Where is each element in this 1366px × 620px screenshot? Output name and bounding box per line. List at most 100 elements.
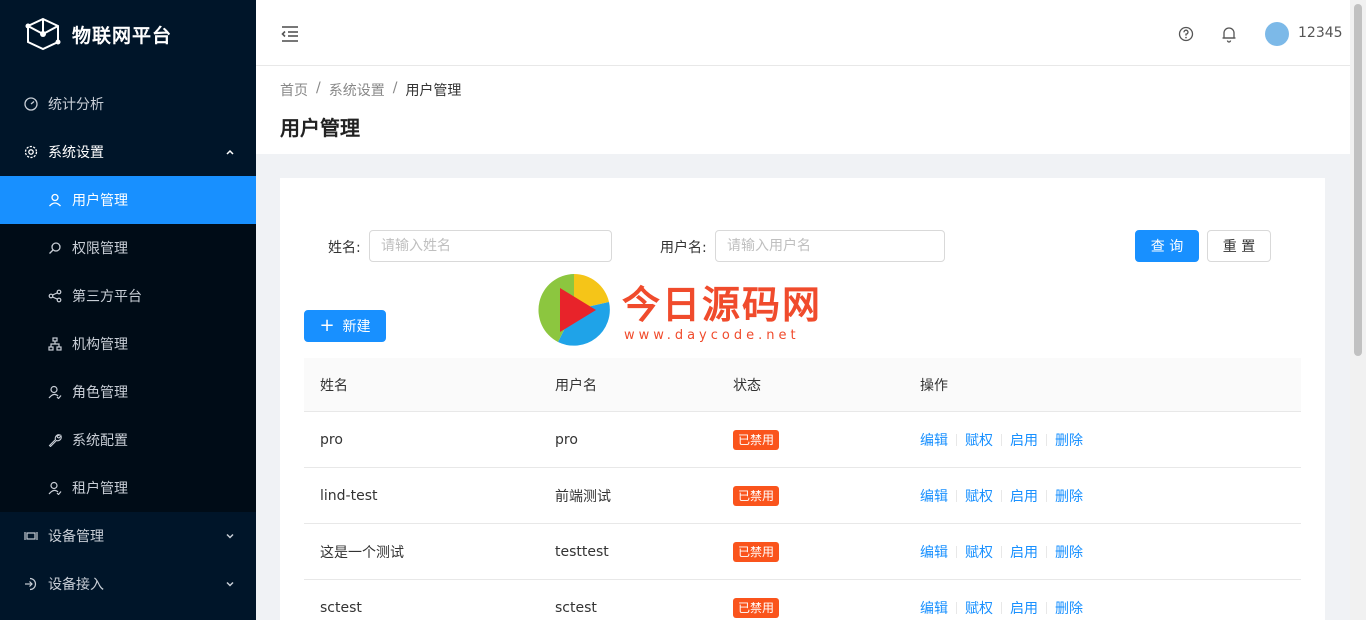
breadcrumb-current: 用户管理 [405,83,462,99]
column-header-username: 用户名 [555,377,597,394]
content-card: 姓名: 用户名: 查 询 重 置 + 新建 姓名 用户名 状态 操作 pro p… [280,178,1325,620]
cell-name: 这是一个测试 [320,544,404,561]
enable-link[interactable]: 启用 [1010,430,1038,450]
menu-fold-icon[interactable] [280,25,300,43]
new-button-label: 新建 [342,319,371,335]
table-row: 这是一个测试 testtest 已禁用 编辑 赋权 启用 删除 [304,524,1301,580]
delete-link[interactable]: 删除 [1055,430,1083,450]
breadcrumb-separator: / [392,80,398,96]
page-header: 首页 / 系统设置 / 用户管理 用户管理 [256,66,1350,154]
sidebar-item-third-party[interactable]: 第三方平台 [0,272,256,320]
cell-actions: 编辑 赋权 启用 删除 [920,412,1083,467]
column-header-actions: 操作 [920,377,948,394]
org-icon [48,337,62,351]
watermark-url: www.daycode.net [624,328,800,343]
question-circle-icon[interactable] [1178,26,1194,42]
delete-link[interactable]: 删除 [1055,598,1083,618]
status-badge: 已禁用 [733,429,780,450]
sidebar-item-label: 设备接入 [48,577,104,593]
divider [1046,433,1047,446]
column-header-status: 状态 [733,377,761,394]
avatar[interactable] [1265,22,1289,46]
status-badge: 已禁用 [733,597,780,618]
edit-link[interactable]: 编辑 [920,486,948,506]
table-row: sctest sctest 已禁用 编辑 赋权 启用 删除 [304,580,1301,620]
cell-status: 已禁用 [733,468,780,523]
divider [1001,489,1002,502]
sidebar-item-device-access[interactable]: 设备接入 [0,560,256,608]
cell-username: 前端测试 [555,488,611,505]
table-header: 姓名 用户名 状态 操作 [304,358,1301,412]
delete-link[interactable]: 删除 [1055,542,1083,562]
sidebar-item-statistics[interactable]: 统计分析 [0,80,256,128]
cube-logo-icon [25,17,61,51]
enable-link[interactable]: 启用 [1010,598,1038,618]
name-label: 姓名: [328,240,361,256]
grant-link[interactable]: 赋权 [965,542,993,562]
edit-link[interactable]: 编辑 [920,430,948,450]
status-badge: 已禁用 [733,485,780,506]
grant-link[interactable]: 赋权 [965,598,993,618]
chevron-down-icon [226,581,234,587]
query-button[interactable]: 查 询 [1135,230,1199,262]
sidebar-item-label: 设备管理 [48,529,104,545]
cell-name: sctest [320,599,362,616]
breadcrumb-separator: / [316,80,321,96]
sidebar-item-label: 系统配置 [72,433,128,449]
sidebar-item-label: 角色管理 [72,385,128,401]
settings-submenu: 用户管理 权限管理 第三方平台 机构管理 角色管理 系统配置 租户管理 [0,176,256,512]
sidebar-item-system-config[interactable]: 系统配置 [0,416,256,464]
divider [1046,489,1047,502]
top-header: 12345 [256,0,1350,66]
edit-link[interactable]: 编辑 [920,598,948,618]
breadcrumb: 首页 / 系统设置 / 用户管理 [280,80,461,100]
cell-username: testtest [555,543,609,560]
enable-link[interactable]: 启用 [1010,486,1038,506]
divider [1001,545,1002,558]
sidebar-item-device-management[interactable]: 设备管理 [0,512,256,560]
enable-link[interactable]: 启用 [1010,542,1038,562]
divider [1001,601,1002,614]
divider [956,601,957,614]
sidebar-item-user-management[interactable]: 用户管理 [0,176,256,224]
username-input[interactable] [715,230,945,262]
sidebar-item-permission[interactable]: 权限管理 [0,224,256,272]
username-label: 用户名: [660,240,707,256]
edit-link[interactable]: 编辑 [920,542,948,562]
cell-status: 已禁用 [733,524,780,579]
watermark: 今日源码网 www.daycode.net [536,272,826,348]
grant-link[interactable]: 赋权 [965,486,993,506]
scrollbar-thumb[interactable] [1354,4,1362,356]
table-row: lind-test 前端测试 已禁用 编辑 赋权 启用 删除 [304,468,1301,524]
page-title: 用户管理 [280,116,360,140]
name-input[interactable] [369,230,612,262]
scrollbar[interactable] [1350,0,1366,620]
login-icon [24,577,38,591]
sidebar-item-settings[interactable]: 系统设置 [0,128,256,176]
breadcrumb-home[interactable]: 首页 [280,80,308,100]
cell-name: lind-test [320,487,378,504]
play-logo-icon [538,274,610,346]
bell-icon[interactable] [1221,25,1237,43]
reset-button[interactable]: 重 置 [1207,230,1271,262]
table-row: pro pro 已禁用 编辑 赋权 启用 删除 [304,412,1301,468]
sidebar-item-organization[interactable]: 机构管理 [0,320,256,368]
delete-link[interactable]: 删除 [1055,486,1083,506]
grant-link[interactable]: 赋权 [965,430,993,450]
divider [956,489,957,502]
username[interactable]: 12345 [1298,25,1343,41]
cell-username: sctest [555,599,597,616]
device-icon [24,529,38,543]
user-icon [48,193,62,207]
sidebar-item-tenant[interactable]: 租户管理 [0,464,256,512]
new-button[interactable]: + 新建 [304,310,386,342]
gear-icon [24,145,38,159]
divider [956,545,957,558]
chevron-up-icon [226,149,234,155]
breadcrumb-settings[interactable]: 系统设置 [329,80,385,100]
sidebar-item-role[interactable]: 角色管理 [0,368,256,416]
logo[interactable]: 物联网平台 [0,0,256,68]
divider [1046,545,1047,558]
sidebar: 物联网平台 统计分析 系统设置 用户管理 权限管理 第三方平台 机构管理 角色管… [0,0,256,620]
cell-actions: 编辑 赋权 启用 删除 [920,524,1083,579]
